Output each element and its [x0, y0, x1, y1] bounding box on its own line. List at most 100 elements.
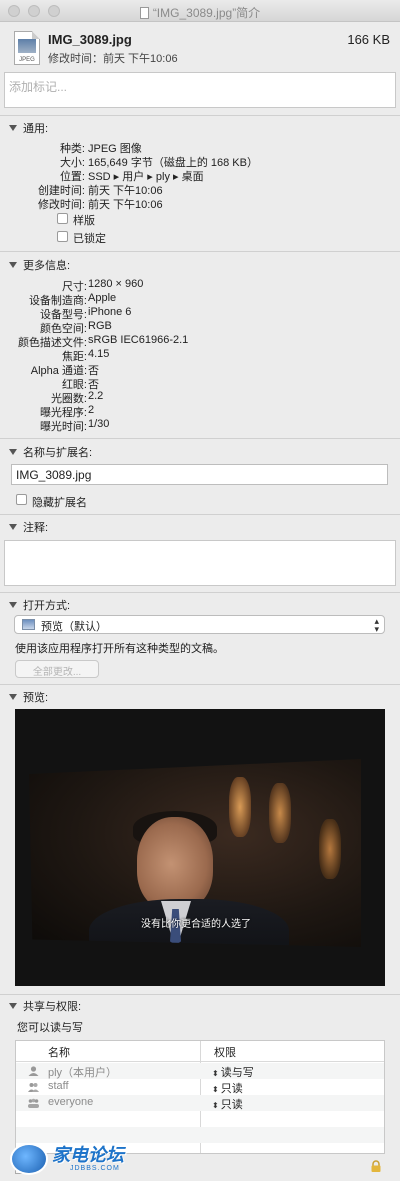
- section-title: 注释:: [23, 522, 49, 534]
- change-all-button[interactable]: 全部更改...: [15, 660, 99, 678]
- hide-extension-checkbox[interactable]: [16, 494, 27, 505]
- watermark-text: 家电论坛: [52, 1145, 124, 1165]
- info-row: Alpha 通道: 否: [0, 362, 400, 377]
- permission-value: 读与写: [220, 1067, 254, 1079]
- stationery-checkbox[interactable]: [57, 213, 68, 224]
- info-key: 修改时间:: [37, 199, 85, 211]
- video-subtitle: 没有比你更合适的人选了: [141, 919, 251, 930]
- info-row: 尺寸: 1280 × 960: [0, 278, 400, 293]
- section-preview-header[interactable]: 预览:: [9, 689, 48, 705]
- disclosure-triangle-icon[interactable]: [9, 262, 17, 268]
- info-row: 种类: JPEG 图像: [0, 140, 400, 155]
- info-value: 4.15: [88, 348, 110, 360]
- permission-value: 只读: [220, 1083, 243, 1095]
- divider: [0, 994, 400, 995]
- modified-date: 修改时间：前天 下午10:06: [48, 53, 178, 65]
- info-row: 大小: 165,649 字节（磁盘上的 168 KB）: [0, 154, 400, 169]
- info-row: 设备制造商: Apple: [0, 292, 400, 307]
- hide-extension-label: 隐藏扩展名: [32, 497, 87, 509]
- disclosure-triangle-icon[interactable]: [9, 524, 17, 530]
- watermark-subtext: JDBBS.COM: [70, 1165, 120, 1172]
- window-title: “IMG_3089.jpg”简介: [0, 4, 400, 21]
- info-row: 创建时间: 前天 下午10:06: [0, 182, 400, 197]
- section-title: 共享与权限:: [23, 1001, 82, 1013]
- info-value: 1/30: [88, 418, 110, 430]
- section-title: 打开方式:: [23, 600, 71, 612]
- permission-user-name: ply（本用户）: [48, 1067, 118, 1079]
- open-with-app-label: 预览（默认）: [41, 621, 107, 633]
- section-sharing-header[interactable]: 共享与权限:: [9, 998, 81, 1014]
- divider: [0, 514, 400, 515]
- section-general-header[interactable]: 通用:: [9, 120, 48, 136]
- disclosure-triangle-icon[interactable]: [9, 602, 17, 608]
- popup-arrows-icon: ⬍: [212, 1069, 219, 1078]
- image-preview: 没有比你更合适的人选了: [15, 709, 385, 986]
- table-row[interactable]: ply（本用户） ⬍ 读与写: [16, 1063, 384, 1079]
- window-title-text: “IMG_3089.jpg”简介: [152, 6, 261, 20]
- info-value: 前天 下午10:06: [88, 199, 163, 211]
- column-header-name[interactable]: 名称: [48, 1041, 70, 1061]
- title-bar: “IMG_3089.jpg”简介: [0, 0, 400, 22]
- permission-select[interactable]: ⬍ 只读: [212, 1096, 243, 1112]
- info-row: 颜色空间: RGB: [0, 320, 400, 335]
- permission-summary: 您可以读与写: [17, 1022, 83, 1034]
- info-row: 红眼: 否: [0, 376, 400, 391]
- section-open-with-header[interactable]: 打开方式:: [9, 597, 70, 613]
- permission-select[interactable]: ⬍ 读与写: [212, 1064, 254, 1080]
- info-row: 曝光程序: 2: [0, 404, 400, 419]
- section-title: 更多信息:: [23, 260, 71, 272]
- info-value: 1280 × 960: [88, 278, 144, 290]
- info-value: Apple: [88, 292, 117, 304]
- divider: [0, 438, 400, 439]
- section-more-info-header[interactable]: 更多信息:: [9, 257, 70, 273]
- info-key: 曝光时间:: [39, 421, 87, 433]
- divider: [0, 684, 400, 685]
- open-with-description: 使用该应用程序打开所有这种类型的文稿。: [15, 643, 224, 655]
- column-header-permission[interactable]: 权限: [214, 1041, 236, 1061]
- info-value: iPhone 6: [88, 306, 132, 318]
- stationery-label: 样版: [73, 215, 95, 227]
- disclosure-triangle-icon[interactable]: [9, 449, 17, 455]
- info-value: RGB: [88, 320, 112, 332]
- section-name-ext-header[interactable]: 名称与扩展名:: [9, 444, 92, 460]
- document-icon: [139, 7, 149, 19]
- bottom-bar: + 家电论坛 JDBBS.COM: [0, 1143, 400, 1181]
- disclosure-triangle-icon[interactable]: [9, 125, 17, 131]
- filename-field[interactable]: IMG_3089.jpg: [11, 464, 388, 485]
- preview-app-icon: [22, 619, 35, 630]
- info-row: 设备型号: iPhone 6: [0, 306, 400, 321]
- permission-user-name: everyone: [48, 1096, 94, 1108]
- info-row: 颜色描述文件: sRGB IEC61966-2.1: [0, 334, 400, 349]
- open-with-popup[interactable]: 预览（默认） ▴ ▾: [14, 615, 385, 634]
- user-icon: [28, 1066, 39, 1076]
- file-name: IMG_3089.jpg: [48, 32, 132, 47]
- tags-input[interactable]: 添加标记...: [4, 72, 396, 108]
- disclosure-triangle-icon[interactable]: [9, 694, 17, 700]
- locked-label: 已锁定: [73, 233, 106, 245]
- table-row-empty: [16, 1111, 384, 1127]
- section-title: 名称与扩展名:: [23, 447, 93, 459]
- info-row: 曝光时间: 1/30: [0, 418, 400, 433]
- info-value: 2.2: [88, 390, 104, 402]
- popup-arrows-icon: ⬍: [212, 1085, 219, 1094]
- divider: [0, 592, 400, 593]
- locked-checkbox[interactable]: [57, 231, 68, 242]
- info-value: sRGB IEC61966-2.1: [88, 334, 189, 346]
- divider: [0, 251, 400, 252]
- permission-value: 只读: [220, 1099, 243, 1111]
- jpeg-icon-label: JPEG: [19, 57, 35, 63]
- disclosure-triangle-icon[interactable]: [9, 1003, 17, 1009]
- divider: [0, 115, 400, 116]
- table-row[interactable]: staff ⬍ 只读: [16, 1079, 384, 1095]
- lock-icon[interactable]: [370, 1160, 382, 1172]
- permission-select[interactable]: ⬍ 只读: [212, 1080, 243, 1096]
- comments-textarea[interactable]: [4, 540, 396, 586]
- info-row: 光圈数: 2.2: [0, 390, 400, 405]
- file-header: JPEG IMG_3089.jpg 166 KB 修改时间：前天 下午10:06: [0, 22, 400, 70]
- info-row: 修改时间: 前天 下午10:06: [0, 196, 400, 211]
- everyone-icon: [28, 1098, 39, 1108]
- info-value: 2: [88, 404, 95, 416]
- watermark-badge-icon: [10, 1143, 48, 1175]
- section-comments-header[interactable]: 注释:: [9, 519, 48, 535]
- table-row[interactable]: everyone ⬍ 只读: [16, 1095, 384, 1111]
